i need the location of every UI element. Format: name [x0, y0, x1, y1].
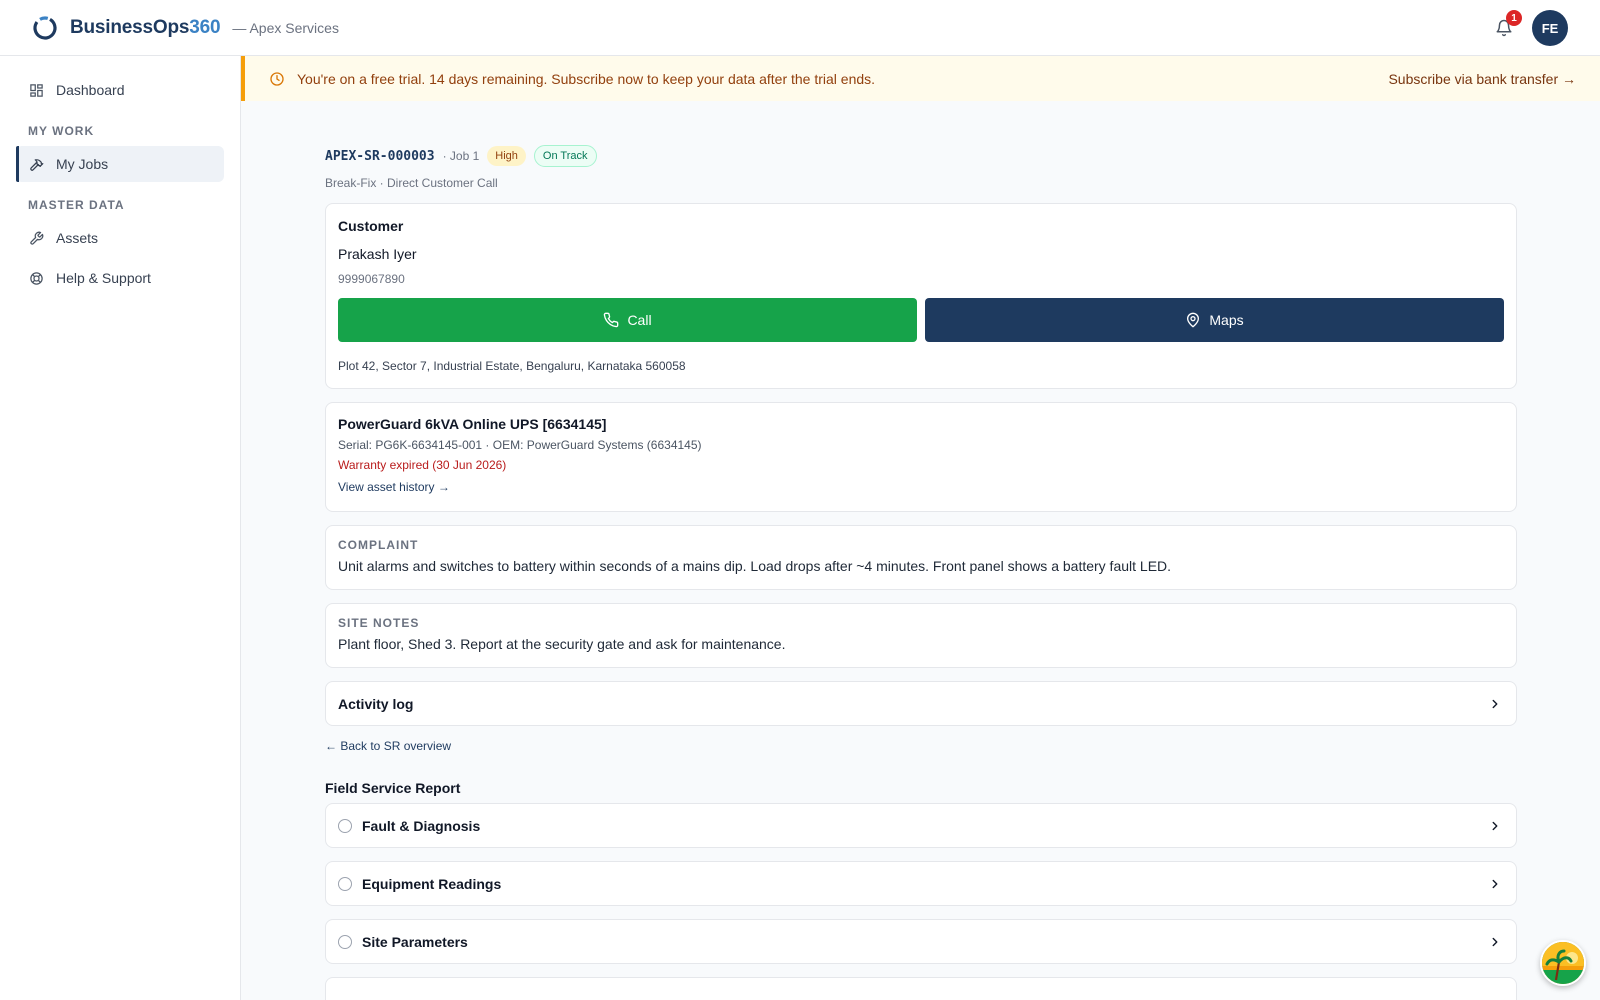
- customer-phone: 9999067890: [338, 272, 405, 286]
- brand[interactable]: BusinessOps360 — Apex Services: [32, 15, 339, 41]
- fsr-section-label: Site Parameters: [362, 933, 468, 950]
- maps-label: Maps: [1209, 312, 1244, 328]
- job-number: · Job 1: [442, 149, 480, 163]
- trial-banner-text: You're on a free trial. 14 days remainin…: [297, 70, 876, 87]
- sidebar-item-label: My Jobs: [56, 156, 109, 172]
- job-subtitle: Break-Fix · Direct Customer Call: [325, 176, 498, 190]
- org-name: — Apex Services: [232, 19, 339, 36]
- chevron-right-icon: [1492, 937, 1498, 947]
- asset-history-link[interactable]: View asset history →: [338, 480, 1504, 494]
- incomplete-circle-icon: [338, 818, 352, 833]
- sidebar-item-help[interactable]: Help & Support: [16, 260, 224, 296]
- subscribe-link[interactable]: Subscribe via bank transfer →: [1388, 71, 1576, 87]
- customer-card: Customer Prakash Iyer 9999067890 Call Ma…: [325, 203, 1517, 389]
- notifications-button[interactable]: 1: [1492, 10, 1522, 40]
- beach-icon: [1542, 942, 1584, 984]
- avatar[interactable]: FE: [1532, 10, 1568, 46]
- brand-name: BusinessOps360: [70, 16, 221, 38]
- site-notes-label: SITE NOTES: [338, 616, 420, 630]
- incomplete-circle-icon: [338, 934, 352, 949]
- customer-title: Customer: [338, 218, 404, 234]
- top-bar: BusinessOps360 — Apex Services 1 FE: [0, 0, 1600, 56]
- dashboard-icon: [28, 82, 44, 98]
- customer-address: Plot 42, Sector 7, Industrial Estate, Be…: [338, 359, 686, 373]
- call-label: Call: [627, 312, 652, 328]
- chevron-right-icon: [1492, 879, 1498, 889]
- section-my-work: MY WORK: [28, 124, 95, 138]
- sidebar-item-my-jobs[interactable]: My Jobs: [16, 146, 224, 182]
- fsr-section-fault-diagnosis[interactable]: Fault & Diagnosis: [325, 803, 1517, 848]
- status-badge: On Track: [533, 145, 597, 167]
- fsr-title: Field Service Report: [325, 780, 461, 796]
- maps-button[interactable]: Maps: [925, 298, 1504, 342]
- wrench-icon: [28, 230, 44, 246]
- priority-badge: High: [487, 146, 526, 166]
- fsr-section-next[interactable]: [325, 977, 1517, 1000]
- asset-title: PowerGuard 6kVA Online UPS [6634145]: [338, 416, 607, 432]
- activity-log-toggle[interactable]: Activity log: [325, 681, 1517, 726]
- complaint-text: Unit alarms and switches to battery with…: [338, 558, 1172, 574]
- asset-card: PowerGuard 6kVA Online UPS [6634145] Ser…: [325, 402, 1517, 512]
- lifebuoy-icon: [28, 270, 44, 286]
- brand-logo-icon: [33, 15, 57, 40]
- clock-icon: [269, 71, 285, 87]
- fsr-section-label: Equipment Readings: [362, 875, 502, 892]
- sidebar-item-label: Help & Support: [56, 270, 151, 286]
- sidebar-item-dashboard[interactable]: Dashboard: [16, 72, 224, 108]
- chevron-right-icon: [1492, 699, 1498, 709]
- complaint-card: COMPLAINT Unit alarms and switches to ba…: [325, 525, 1517, 590]
- phone-icon: [603, 312, 619, 328]
- sr-id: APEX-SR-000003: [325, 148, 435, 164]
- fsr-section-label: Fault & Diagnosis: [362, 817, 481, 834]
- sidebar-item-label: Assets: [56, 230, 99, 246]
- asset-meta: Serial: PG6K-6634145-001 · OEM: PowerGua…: [338, 438, 702, 452]
- assistant-fab[interactable]: [1540, 940, 1586, 986]
- site-notes-text: Plant floor, Shed 3. Report at the secur…: [338, 636, 786, 652]
- fsr-section-site-parameters[interactable]: Site Parameters: [325, 919, 1517, 964]
- main-content: APEX-SR-000003 · Job 1 High On Track Bre…: [325, 101, 1517, 1000]
- activity-log-label: Activity log: [338, 695, 414, 712]
- complaint-label: COMPLAINT: [338, 538, 419, 552]
- incomplete-circle-icon: [338, 876, 352, 891]
- notification-badge: 1: [1506, 10, 1522, 26]
- sidebar: Dashboard MY WORK My Jobs MASTER DATA As…: [0, 56, 241, 1000]
- fsr-section-list: Fault & Diagnosis Equipment Readings Sit…: [325, 803, 1517, 1000]
- warranty-status: Warranty expired (30 Jun 2026): [338, 458, 507, 472]
- site-notes-card: SITE NOTES Plant floor, Shed 3. Report a…: [325, 603, 1517, 668]
- sidebar-item-assets[interactable]: Assets: [16, 220, 224, 256]
- chevron-right-icon: [1492, 821, 1498, 831]
- map-pin-icon: [1185, 312, 1201, 328]
- customer-name: Prakash Iyer: [338, 246, 417, 262]
- call-button[interactable]: Call: [338, 298, 917, 342]
- section-master-data: MASTER DATA: [28, 198, 125, 212]
- fsr-section-equipment-readings[interactable]: Equipment Readings: [325, 861, 1517, 906]
- sidebar-item-label: Dashboard: [56, 82, 125, 98]
- trial-banner: You're on a free trial. 14 days remainin…: [241, 56, 1600, 101]
- hammer-icon: [28, 156, 44, 172]
- job-header: APEX-SR-000003 · Job 1 High On Track: [325, 144, 1517, 168]
- back-to-overview-link[interactable]: ← Back to SR overview: [325, 739, 1517, 755]
